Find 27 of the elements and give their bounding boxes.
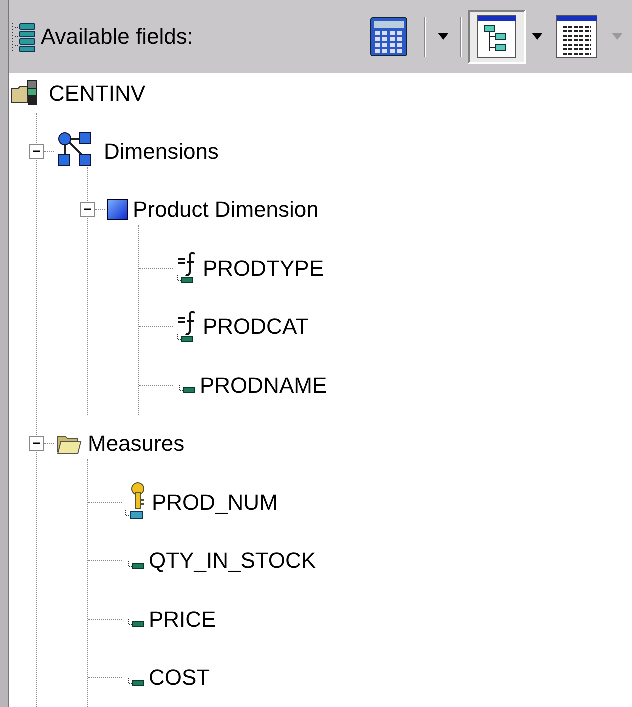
- tree-item-label[interactable]: PROD_NUM: [152, 486, 278, 519]
- field-icon: [128, 676, 145, 687]
- tree-item-label[interactable]: Dimensions: [104, 134, 219, 168]
- tree-item-label[interactable]: PRICE: [149, 602, 216, 636]
- caret-icon: [532, 33, 542, 40]
- tree-item-label[interactable]: PRODCAT: [203, 310, 309, 344]
- tree-item-label[interactable]: QTY_IN_STOCK: [149, 544, 316, 578]
- tree-view-icon: [477, 14, 517, 58]
- tree-item-label[interactable]: PRODTYPE: [203, 252, 324, 285]
- table-view-icon: [556, 14, 598, 58]
- field-icon: [128, 560, 145, 570]
- collapse-box[interactable]: [80, 202, 95, 218]
- tree-view-button[interactable]: [468, 10, 526, 64]
- toolbar-title: Available fields:: [41, 23, 194, 51]
- caret-icon: [612, 33, 622, 40]
- field-icon: [179, 384, 196, 394]
- tree-item-label[interactable]: Measures: [88, 427, 185, 460]
- tree-item-label[interactable]: COST: [149, 661, 210, 694]
- tree-item-label[interactable]: PRODNAME: [200, 368, 328, 402]
- calculator-icon: [370, 16, 408, 56]
- caret-icon: [438, 33, 448, 40]
- tree-item-label[interactable]: Product Dimension: [133, 193, 319, 226]
- collapse-box[interactable]: [29, 144, 44, 159]
- tree-item-label[interactable]: CENTINV: [49, 76, 146, 110]
- collapse-box[interactable]: [29, 436, 44, 452]
- field-icon: [128, 618, 145, 628]
- dimension-cube-icon: [107, 198, 129, 221]
